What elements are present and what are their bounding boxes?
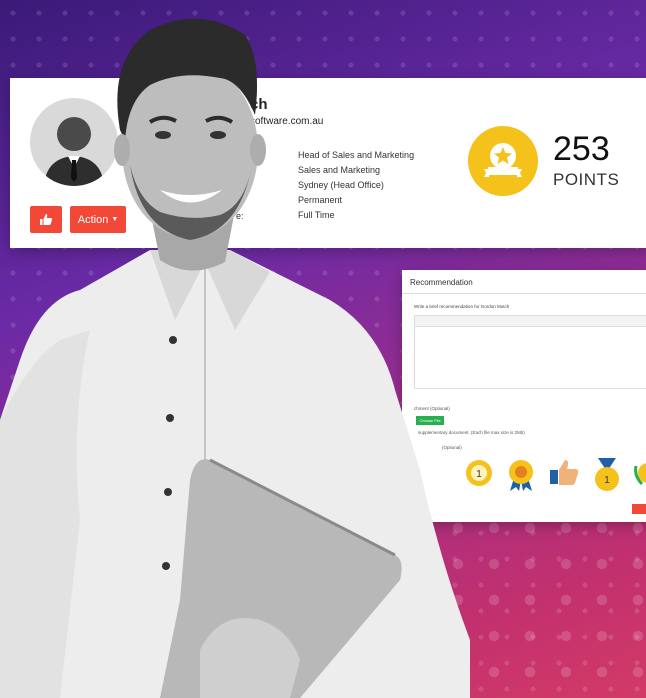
person-photo — [0, 18, 470, 698]
